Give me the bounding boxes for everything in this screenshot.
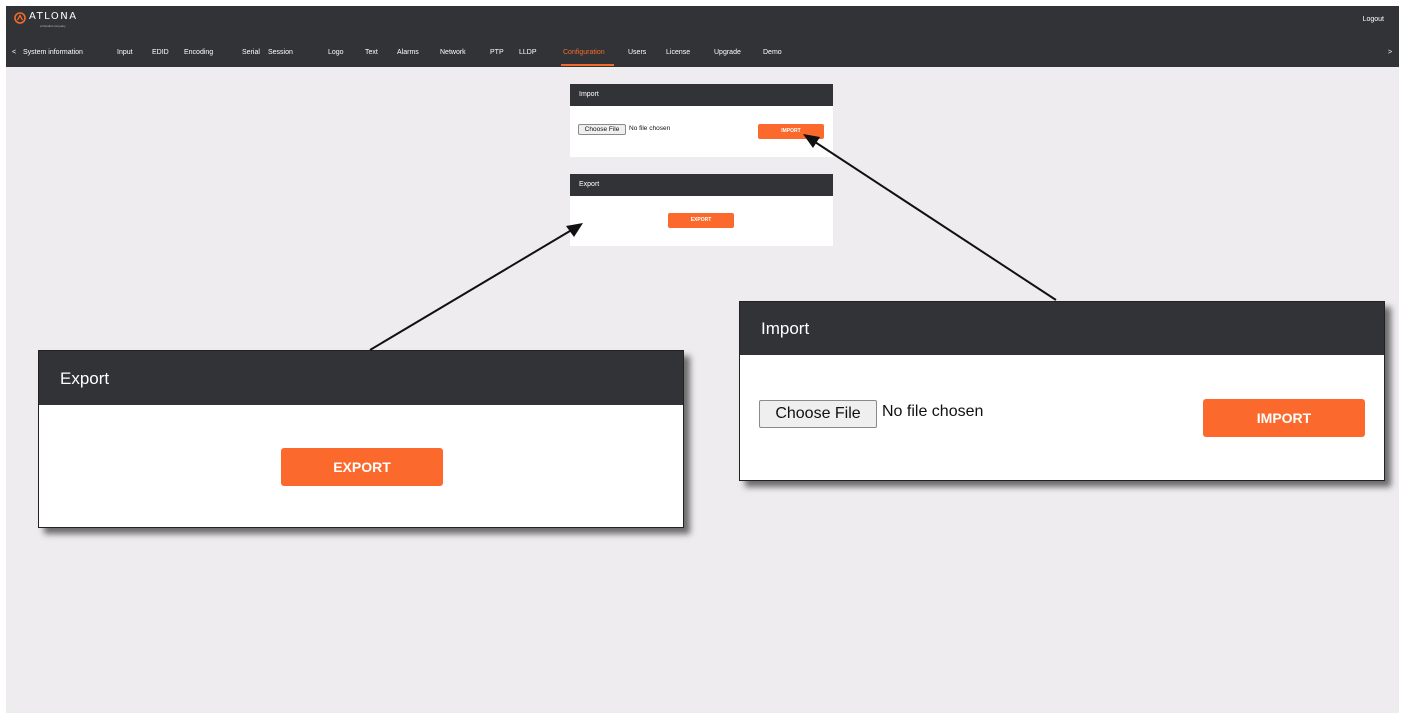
export-callout-button: EXPORT — [281, 448, 443, 486]
file-status-text: No file chosen — [629, 125, 671, 132]
tab-session[interactable]: Session — [268, 49, 293, 56]
tab-logo[interactable]: Logo — [328, 49, 344, 56]
import-panel-title: Import — [579, 91, 599, 98]
export-callout-header: Export — [39, 351, 683, 405]
main-nav: < System information Input EDID Encoding… — [6, 46, 1399, 67]
tab-demo[interactable]: Demo — [763, 49, 782, 56]
import-callout-button: IMPORT — [1203, 399, 1365, 437]
tab-lldp[interactable]: LLDP — [519, 49, 537, 56]
export-panel-header: Export — [570, 174, 833, 196]
tab-alarms[interactable]: Alarms — [397, 49, 419, 56]
tab-edid[interactable]: EDID — [152, 49, 169, 56]
tab-encoding[interactable]: Encoding — [184, 49, 213, 56]
nav-next-arrow[interactable]: > — [1388, 49, 1392, 56]
choose-file-callout-button: Choose File — [759, 400, 877, 428]
import-panel-header: Import — [570, 84, 833, 106]
import-button[interactable]: IMPORT — [758, 124, 824, 139]
export-panel: Export EXPORT — [570, 174, 833, 246]
export-button[interactable]: EXPORT — [668, 213, 734, 228]
tab-input[interactable]: Input — [117, 49, 133, 56]
logout-link[interactable]: Logout — [1363, 16, 1384, 23]
logo-subtitle: a Panduit company — [40, 24, 66, 28]
export-callout-title: Export — [60, 369, 110, 388]
tab-configuration[interactable]: Configuration — [563, 49, 605, 56]
active-tab-indicator — [561, 64, 614, 66]
atlona-logo-icon — [14, 12, 26, 24]
tab-serial[interactable]: Serial — [242, 49, 260, 56]
logo-text: ATLONA — [29, 11, 78, 22]
import-zoom-callout: Import Choose File No file chosen IMPORT — [739, 301, 1385, 481]
export-panel-title: Export — [579, 181, 600, 188]
tab-ptp[interactable]: PTP — [490, 49, 504, 56]
atlona-logo: ATLONA a Panduit company — [14, 11, 94, 33]
import-panel: Import Choose File No file chosen IMPORT — [570, 84, 833, 157]
choose-file-button[interactable]: Choose File — [578, 124, 626, 135]
tab-license[interactable]: License — [666, 49, 690, 56]
tab-text[interactable]: Text — [365, 49, 378, 56]
tab-system-information[interactable]: System information — [23, 49, 83, 56]
tab-users[interactable]: Users — [628, 49, 646, 56]
nav-prev-arrow[interactable]: < — [12, 49, 16, 56]
tab-upgrade[interactable]: Upgrade — [714, 49, 741, 56]
file-status-callout-text: No file chosen — [882, 403, 984, 420]
top-bar: ATLONA a Panduit company Logout < System… — [6, 6, 1399, 67]
import-callout-header: Import — [740, 302, 1384, 355]
import-callout-title: Import — [761, 319, 810, 338]
export-zoom-callout: Export EXPORT — [38, 350, 684, 528]
tab-network[interactable]: Network — [440, 49, 466, 56]
